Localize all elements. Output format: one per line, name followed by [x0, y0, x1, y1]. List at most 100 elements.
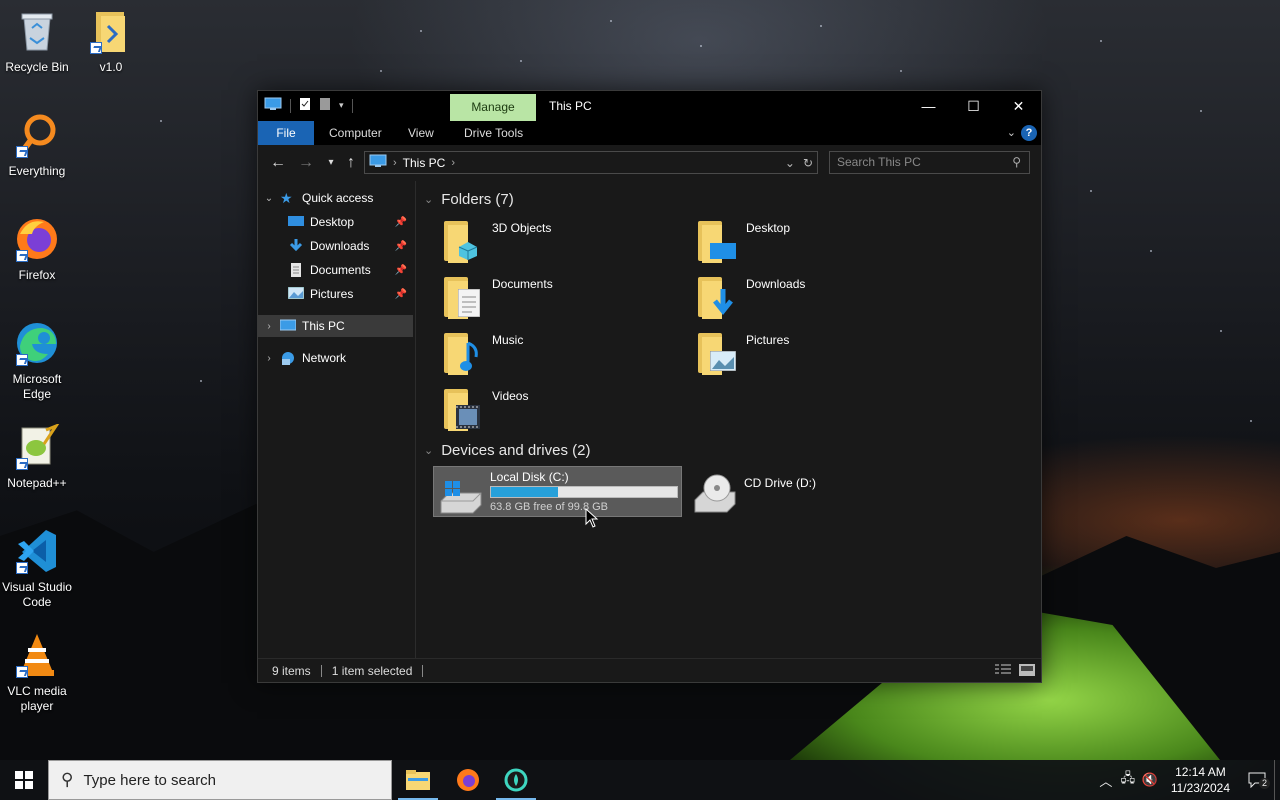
maximize-button[interactable]: ☐ — [951, 91, 996, 121]
tab-view[interactable]: View — [394, 121, 448, 145]
pictures-folder-icon — [698, 331, 738, 375]
expand-chevron-icon[interactable]: › — [258, 321, 280, 332]
minimize-button[interactable]: — — [906, 91, 951, 121]
app-icon — [504, 768, 528, 792]
desktop-icon-everything[interactable]: Everything — [0, 112, 74, 179]
desktop-icon-vscode[interactable]: Visual Studio Code — [0, 528, 74, 610]
nav-item-downloads[interactable]: Downloads 📌 — [258, 235, 413, 257]
desktop-icon-label: Visual Studio Code — [2, 580, 72, 609]
desktop-icon-vlc[interactable]: VLC media player — [0, 632, 74, 714]
recycle-bin-icon — [14, 8, 60, 54]
expand-chevron-icon[interactable]: ⌄ — [258, 193, 280, 204]
search-input[interactable]: Search This PC ⚲ — [829, 151, 1030, 174]
show-hidden-icons-chevron-icon[interactable]: ︿ — [1095, 769, 1117, 791]
breadcrumb-chevron-icon[interactable]: › — [393, 157, 397, 169]
folder-name: Videos — [492, 389, 529, 403]
desktop-icon-label: Recycle Bin — [5, 60, 69, 74]
window-title: This PC — [549, 99, 592, 113]
large-icons-view-icon[interactable] — [1019, 664, 1035, 679]
drive-tile-cd-drive-d[interactable]: CD Drive (D:) — [688, 466, 937, 517]
nav-item-pictures[interactable]: Pictures 📌 — [258, 283, 413, 305]
folder-tile-music[interactable]: Music — [436, 329, 684, 381]
address-bar[interactable]: › This PC › ⌄ ↻ — [364, 151, 818, 174]
nav-item-documents[interactable]: Documents 📌 — [258, 259, 413, 281]
folder-tile-3d-objects[interactable]: 3D Objects — [436, 217, 684, 269]
navigation-pane: ⌄ ★ Quick access Desktop 📌 Downloads 📌 D… — [258, 181, 416, 658]
pin-icon: 📌 — [394, 240, 407, 252]
refresh-icon[interactable]: ↻ — [803, 156, 813, 170]
folder-tile-videos[interactable]: Videos — [436, 385, 684, 437]
desktop-icon-notepad-plus-plus[interactable]: Notepad++ — [0, 422, 74, 491]
folders-group-header[interactable]: ⌄ Folders (7) — [424, 191, 514, 208]
folder-tile-pictures[interactable]: Pictures — [690, 329, 938, 381]
new-folder-icon[interactable] — [319, 97, 331, 114]
show-desktop-button[interactable] — [1274, 760, 1280, 800]
notification-center-icon[interactable]: 2 — [1240, 769, 1274, 791]
desktop-icon-v1-folder[interactable]: v1.0 — [74, 8, 148, 75]
qat-dropdown-icon[interactable]: ▾ — [339, 100, 344, 111]
up-button[interactable]: ↑ — [341, 153, 361, 173]
forward-button[interactable]: → — [296, 153, 316, 173]
title-bar[interactable]: ▾ Manage This PC — ☐ ✕ — [258, 91, 1041, 121]
drive-tile-local-disk-c[interactable]: Local Disk (C:) 63.8 GB free of 99.8 GB — [433, 466, 682, 517]
volume-muted-icon[interactable]: 🔇 — [1139, 769, 1161, 791]
taskbar-app[interactable] — [492, 760, 540, 800]
network-icon — [280, 351, 296, 365]
folder-tile-downloads[interactable]: Downloads — [690, 273, 938, 325]
desktop-icon-label: VLC media player — [7, 684, 67, 713]
nav-quick-access[interactable]: ⌄ ★ Quick access — [258, 187, 413, 209]
taskbar-firefox[interactable] — [444, 760, 492, 800]
folder-name: Music — [492, 333, 524, 347]
back-button[interactable]: ← — [268, 153, 288, 173]
folder-name: 3D Objects — [492, 221, 552, 235]
tab-drive-tools[interactable]: Drive Tools — [450, 121, 537, 145]
nav-this-pc[interactable]: › This PC — [258, 315, 413, 337]
nav-network[interactable]: › Network — [258, 347, 413, 369]
this-pc-icon — [369, 154, 387, 171]
search-icon: ⚲ — [61, 770, 74, 789]
expand-ribbon-icon[interactable]: ⌄ — [1007, 126, 1016, 139]
desktop-icon-label: Microsoft Edge — [12, 372, 62, 401]
vlc-icon — [14, 632, 60, 678]
tab-file[interactable]: File — [258, 121, 314, 145]
desktop-icon-firefox[interactable]: Firefox — [0, 216, 74, 283]
breadcrumb-this-pc[interactable]: This PC — [403, 156, 446, 170]
desktop-icon-edge[interactable]: Microsoft Edge — [0, 320, 74, 402]
clock[interactable]: 12:14 AM 11/23/2024 — [1161, 764, 1240, 796]
help-icon[interactable]: ? — [1021, 125, 1037, 141]
expand-chevron-icon[interactable]: › — [258, 353, 280, 364]
system-tray: ︿ 🖧 🔇 12:14 AM 11/23/2024 2 — [1095, 760, 1280, 800]
desktop-icon-recycle-bin[interactable]: Recycle Bin — [0, 8, 74, 75]
desktop-icon-label: v1.0 — [99, 60, 123, 74]
search-placeholder: Search This PC — [837, 155, 921, 169]
drive-name: Local Disk (C:) — [490, 470, 569, 484]
taskbar-search-input[interactable]: ⚲ Type here to search — [48, 760, 392, 800]
collapse-chevron-icon[interactable]: ⌄ — [424, 193, 433, 206]
properties-icon[interactable] — [299, 97, 311, 114]
group-title: Folders (7) — [441, 191, 514, 208]
close-button[interactable]: ✕ — [996, 91, 1041, 121]
taskbar-file-explorer[interactable] — [394, 760, 442, 800]
tab-computer[interactable]: Computer — [315, 121, 396, 145]
documents-folder-icon — [444, 275, 484, 319]
folder-name: Documents — [492, 277, 553, 291]
collapse-chevron-icon[interactable]: ⌄ — [424, 444, 433, 457]
drive-usage-fill — [491, 487, 558, 497]
address-dropdown-icon[interactable]: ⌄ — [785, 156, 795, 170]
cd-drive-icon — [693, 472, 737, 514]
downloads-folder-icon — [698, 275, 738, 319]
nav-label: Documents — [310, 263, 371, 277]
manage-contextual-tab[interactable]: Manage — [450, 94, 536, 121]
folder-tile-documents[interactable]: Documents — [436, 273, 684, 325]
start-button[interactable] — [0, 760, 48, 800]
breadcrumb-chevron-icon[interactable]: › — [451, 157, 455, 169]
nav-label: Quick access — [302, 191, 374, 205]
nav-item-desktop[interactable]: Desktop 📌 — [258, 211, 413, 233]
network-icon[interactable]: 🖧 — [1117, 769, 1139, 791]
recent-locations-button[interactable]: ▾ — [321, 153, 341, 173]
folder-tile-desktop[interactable]: Desktop — [690, 217, 938, 269]
this-pc-icon — [279, 319, 297, 333]
drives-group-header[interactable]: ⌄ Devices and drives (2) — [424, 442, 590, 459]
details-view-icon[interactable] — [995, 664, 1011, 679]
taskbar: ⚲ Type here to search ︿ 🖧 🔇 12:14 AM 11/… — [0, 760, 1280, 800]
